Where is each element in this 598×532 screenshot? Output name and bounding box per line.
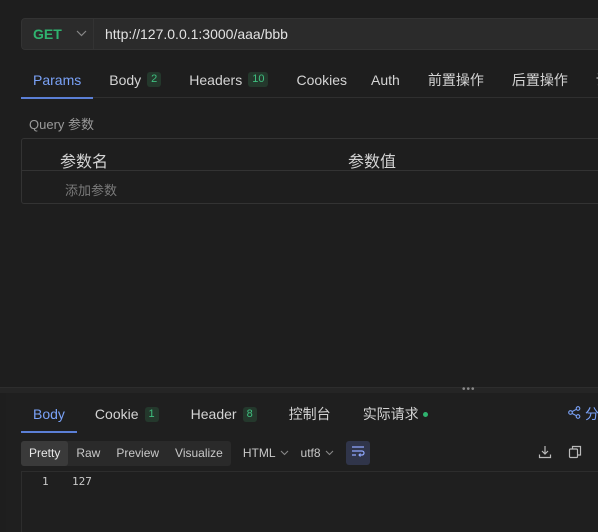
word-wrap-icon <box>351 444 365 462</box>
params-table: 参数名 参数值 添加参数 <box>21 138 598 204</box>
chevron-down-icon <box>325 448 334 459</box>
download-icon[interactable] <box>537 444 553 460</box>
share-button[interactable]: 分 <box>568 404 598 424</box>
url-bar: GET http://127.0.0.1:3000/aaa/bbb <box>21 18 598 50</box>
view-raw-button[interactable]: Raw <box>68 441 108 466</box>
tab-label: 后置操作 <box>511 71 568 88</box>
tab-label: Body <box>33 406 65 422</box>
tab-headers[interactable]: Headers 10 <box>173 62 280 98</box>
query-params-title: Query 参数 <box>29 117 95 132</box>
tab-cookies[interactable]: Cookies <box>280 62 359 98</box>
copy-icon[interactable] <box>567 444 583 460</box>
tab-pre-request[interactable]: 前置操作 <box>412 62 496 98</box>
encoding-select[interactable]: utf8 <box>301 446 334 460</box>
tab-label: Cookie <box>94 406 139 422</box>
tab-settings[interactable]: 设 <box>580 62 598 98</box>
tab-label: 实际请求 <box>362 406 419 422</box>
add-param-input[interactable]: 添加参数 <box>65 180 117 199</box>
format-select[interactable]: HTML <box>243 446 289 460</box>
tab-actual-request[interactable]: 实际请求 <box>343 396 440 432</box>
url-input[interactable]: http://127.0.0.1:3000/aaa/bbb <box>94 26 288 42</box>
chevron-down-icon <box>76 28 87 40</box>
response-toolbar: Pretty Raw Preview Visualize HTML utf8 <box>21 440 598 466</box>
panel-splitter[interactable]: ••• <box>0 384 598 395</box>
method-label: GET <box>33 26 62 42</box>
count-badge: 8 <box>242 406 257 422</box>
tab-label: Params <box>33 71 82 88</box>
drag-handle-icon[interactable]: ••• <box>462 384 476 395</box>
tab-response-body[interactable]: Body <box>21 396 77 433</box>
share-icon <box>568 406 581 422</box>
column-header-name: 参数名 <box>60 154 109 171</box>
tab-label: Cookies <box>296 71 348 88</box>
encoding-select-value: utf8 <box>300 446 321 460</box>
tab-label: Header <box>190 406 237 422</box>
code-line: 127 <box>72 475 92 488</box>
tab-body[interactable]: Body 2 <box>93 62 173 98</box>
tab-label: Body <box>109 71 142 88</box>
response-tabs: Body Cookie 1 Header 8 控制台 实际请求 <box>21 396 598 433</box>
request-tabs: Params Body 2 Headers 10 Cookies Auth 前置操作… <box>21 62 598 99</box>
chevron-down-icon <box>280 448 289 459</box>
format-select-value: HTML <box>242 446 276 460</box>
tab-auth[interactable]: Auth <box>359 62 412 98</box>
share-label: 分 <box>585 406 598 422</box>
tab-response-header[interactable]: Header 8 <box>171 396 269 432</box>
view-pretty-button[interactable]: Pretty <box>21 440 69 466</box>
count-badge: 1 <box>144 406 159 422</box>
method-select[interactable]: GET <box>22 19 94 49</box>
tab-post-request[interactable]: 后置操作 <box>496 62 580 98</box>
tab-params[interactable]: Params <box>21 62 94 99</box>
status-dot <box>422 411 428 417</box>
count-badge: 10 <box>248 72 269 87</box>
count-badge: 2 <box>147 72 162 87</box>
tab-label: Headers <box>189 71 243 88</box>
tab-console[interactable]: 控制台 <box>269 396 343 432</box>
view-mode-switch: Pretty Raw Preview Visualize <box>21 440 231 466</box>
tab-label: 前置操作 <box>427 71 484 88</box>
line-number: 1 <box>42 475 49 488</box>
response-body-viewer: 1 127 <box>21 471 598 532</box>
view-preview-button[interactable]: Preview <box>108 441 167 466</box>
params-table-header <box>22 139 598 171</box>
tab-response-cookie[interactable]: Cookie 1 <box>77 396 171 432</box>
view-visualize-button[interactable]: Visualize <box>167 441 231 466</box>
word-wrap-button[interactable] <box>345 441 370 465</box>
tab-label: Auth <box>371 71 400 88</box>
column-header-value: 参数值 <box>348 154 397 171</box>
tab-label: 控制台 <box>288 406 331 422</box>
